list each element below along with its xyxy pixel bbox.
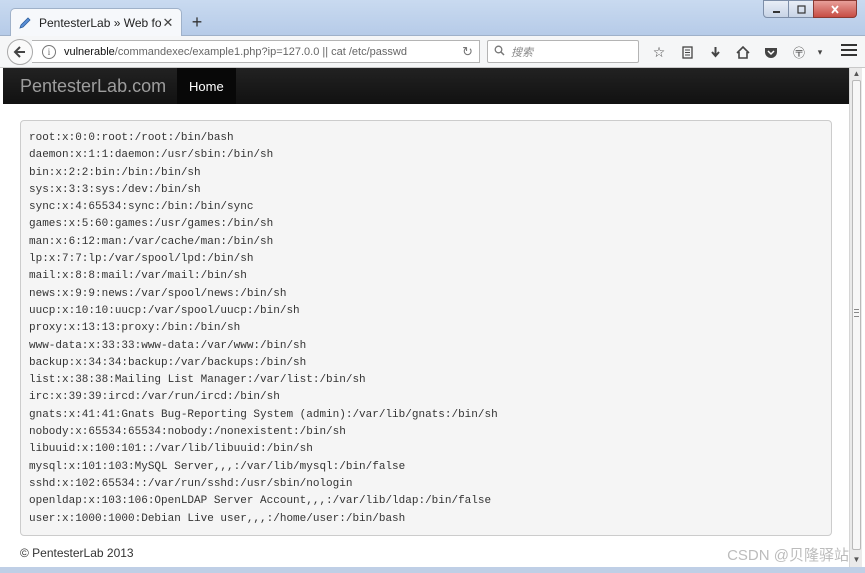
footer-copyright: © PentesterLab 2013 (20, 546, 134, 560)
back-button[interactable] (7, 39, 33, 65)
site-navbar: PentesterLab.com Home (3, 68, 849, 104)
output-line: lp:x:7:7:lp:/var/spool/lpd:/bin/sh (29, 253, 254, 266)
output-line: backup:x:34:34:backup:/var/backups:/bin/… (29, 356, 307, 369)
close-window-button[interactable] (813, 0, 857, 18)
output-line: list:x:38:38:Mailing List Manager:/var/l… (29, 374, 366, 387)
vertical-scrollbar[interactable]: ▲ ▼ (849, 68, 862, 567)
info-icon[interactable]: i (42, 44, 56, 59)
toolbar-icons: ☆ 〶 ▾ (645, 42, 827, 62)
minimize-button[interactable] (763, 0, 789, 18)
output-line: sync:x:4:65534:sync:/bin:/bin/sync (29, 201, 254, 214)
scrollbar-thumb[interactable] (852, 80, 861, 550)
search-input[interactable]: 搜索 (487, 40, 639, 63)
watermark: CSDN @贝隆驿站 (727, 547, 849, 564)
output-line: bin:x:2:2:bin:/bin:/bin/sh (29, 166, 201, 179)
window-controls (763, 0, 857, 18)
output-line: www-data:x:33:33:www-data:/var/www:/bin/… (29, 339, 307, 352)
browser-titlebar: PentesterLab » Web for ... ✕ + (0, 0, 865, 37)
output-line: proxy:x:13:13:proxy:/bin:/bin/sh (29, 322, 241, 335)
tab-title: PentesterLab » Web for ... (39, 16, 161, 30)
translate-icon[interactable]: 〶 (785, 42, 813, 62)
reading-list-icon[interactable] (673, 42, 701, 62)
site-brand[interactable]: PentesterLab.com (20, 76, 166, 97)
back-arrow-icon (13, 46, 25, 58)
download-icon[interactable] (701, 42, 729, 62)
reload-icon[interactable]: ↻ (462, 44, 473, 60)
output-line: mail:x:8:8:mail:/var/mail:/bin/sh (29, 270, 247, 283)
output-line: user:x:1000:1000:Debian Live user,,,:/ho… (29, 512, 406, 525)
output-line: sshd:x:102:65534::/var/run/sshd:/usr/sbi… (29, 477, 353, 490)
scroll-down-arrow-icon[interactable]: ▼ (852, 555, 861, 564)
url-path: /commandexec/example1.php?ip=127.0.0 || … (114, 45, 407, 58)
grip-icon (854, 309, 859, 317)
scroll-up-arrow-icon[interactable]: ▲ (852, 69, 861, 78)
output-line: nobody:x:65534:65534:nobody:/nonexistent… (29, 426, 346, 439)
tab-close-icon[interactable]: ✕ (161, 15, 175, 30)
web-page: PentesterLab.com Home root:x:0:0:root:/r… (3, 68, 849, 567)
new-tab-button[interactable]: + (188, 13, 206, 31)
output-line: root:x:0:0:root:/root:/bin/bash (29, 132, 234, 144)
search-icon (494, 45, 505, 59)
browser-toolbar: i vulnerable /commandexec/example1.php?i… (0, 36, 865, 68)
output-line: news:x:9:9:news:/var/spool/news:/bin/sh (29, 287, 287, 300)
pocket-icon[interactable] (757, 42, 785, 62)
output-line: mysql:x:101:103:MySQL Server,,,:/var/lib… (29, 460, 406, 473)
browser-tab[interactable]: PentesterLab » Web for ... ✕ (10, 8, 182, 37)
output-line: uucp:x:10:10:uucp:/var/spool/uucp:/bin/s… (29, 304, 300, 317)
home-icon[interactable] (729, 42, 757, 62)
output-line: libuuid:x:100:101::/var/lib/libuuid:/bin… (29, 443, 313, 456)
chevron-down-icon[interactable]: ▾ (813, 42, 827, 62)
output-line: irc:x:39:39:ircd:/var/run/ircd:/bin/sh (29, 391, 280, 404)
output-line: openldap:x:103:106:OpenLDAP Server Accou… (29, 495, 492, 508)
url-host: vulnerable (64, 45, 115, 58)
pen-icon (17, 15, 33, 31)
address-bar[interactable]: i vulnerable /commandexec/example1.php?i… (32, 40, 480, 63)
output-line: man:x:6:12:man:/var/cache/man:/bin/sh (29, 235, 274, 248)
output-line: games:x:5:60:games:/usr/games:/bin/sh (29, 218, 274, 231)
command-output: root:x:0:0:root:/root:/bin/bash daemon:x:… (20, 120, 832, 536)
output-line: gnats:x:41:41:Gnats Bug-Reporting System… (29, 408, 498, 421)
output-line: daemon:x:1:1:daemon:/usr/sbin:/bin/sh (29, 149, 274, 162)
nav-home-link[interactable]: Home (177, 68, 236, 104)
search-placeholder: 搜索 (511, 46, 533, 59)
window-frame-bottom (0, 567, 865, 573)
bookmark-star-icon[interactable]: ☆ (645, 42, 673, 62)
maximize-button[interactable] (788, 0, 814, 18)
output-line: sys:x:3:3:sys:/dev:/bin/sh (29, 183, 201, 196)
menu-icon[interactable] (841, 44, 857, 60)
